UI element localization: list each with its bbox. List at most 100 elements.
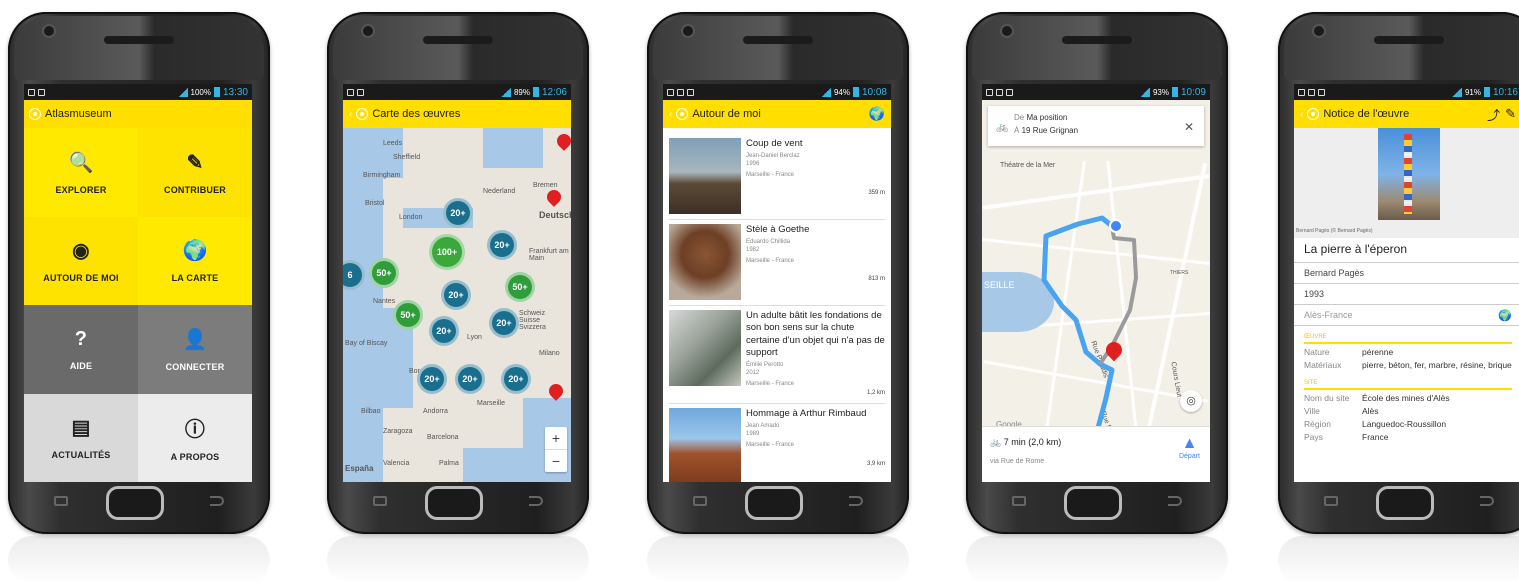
menu-key[interactable] (1324, 496, 1338, 506)
back-key[interactable] (210, 496, 224, 506)
battery-icon (852, 87, 859, 97)
menu-key[interactable] (1012, 496, 1026, 506)
autour-de-moi-button[interactable]: ◉ AUTOUR DE MOI (24, 216, 138, 305)
connecter-button[interactable]: 👤 CONNECTER (138, 305, 252, 394)
app-logo-icon[interactable] (357, 109, 368, 119)
actualites-button[interactable]: ▤ ACTUALITÉS (24, 393, 138, 482)
map-cluster[interactable]: 20+ (441, 280, 471, 310)
reflection (1278, 536, 1519, 584)
map-cluster[interactable]: 50+ (369, 258, 399, 288)
artwork-thumbnail (669, 138, 741, 214)
zoom-in-button[interactable]: + (545, 427, 567, 450)
map-pin-icon[interactable] (544, 187, 564, 207)
explorer-button[interactable]: 🔍 EXPLORER (24, 128, 138, 217)
app-bar: Atlasmuseum (24, 100, 252, 128)
back-key[interactable] (849, 496, 863, 506)
sea (343, 128, 383, 482)
list-item[interactable]: Hommage à Arthur Rimbaud Jean Amado 1989… (669, 404, 885, 482)
menu-key[interactable] (373, 496, 387, 506)
map-cluster[interactable]: 20+ (429, 316, 459, 346)
app-logo-icon[interactable] (30, 109, 40, 119)
app-logo-icon[interactable] (677, 109, 688, 119)
phone-directions: 93% 10:09 Théatre de la Mer SEILLE Rue P… (966, 12, 1228, 534)
map-label: Barcelona (427, 434, 459, 441)
pencil-icon[interactable]: ✎ (1505, 106, 1516, 122)
home-key[interactable] (1064, 486, 1122, 520)
map-label: Zaragoza (383, 428, 413, 435)
app-logo-icon[interactable] (1308, 109, 1319, 119)
map-cluster[interactable]: 50+ (505, 272, 535, 302)
back-key[interactable] (529, 496, 543, 506)
aide-button[interactable]: ? AIDE (24, 305, 138, 394)
artwork-thumbnail (669, 408, 741, 482)
map-cluster[interactable]: 50+ (393, 300, 423, 330)
map-label: Sheffield (393, 154, 421, 161)
back-chevron-icon[interactable]: ‹ (1300, 109, 1303, 120)
phone-nearby: 94% 10:08 ‹ Autour de moi 🌍 Coup de vent… (647, 12, 909, 534)
country-row: Pays France (1304, 432, 1389, 443)
start-button[interactable]: ▲ Départ (1179, 435, 1200, 460)
sculpture (1404, 134, 1412, 214)
close-icon[interactable]: ✕ (1184, 118, 1194, 137)
globe-icon[interactable]: 🌍 (869, 106, 885, 122)
map-cluster[interactable]: 20+ (455, 364, 485, 394)
directions-map[interactable]: Théatre de la Mer SEILLE Rue Paradis Cou… (982, 100, 1210, 482)
map-cluster[interactable]: 100+ (429, 234, 465, 270)
map-cluster[interactable]: 20+ (489, 308, 519, 338)
help-icon: ? (74, 327, 88, 350)
map-cluster[interactable]: 20+ (443, 198, 473, 228)
speaker (104, 36, 174, 44)
map-label: España (345, 464, 374, 473)
list-item[interactable]: Coup de vent Jean-Daniel Berclaz 1996 Ma… (669, 134, 885, 220)
artwork-photo[interactable]: Bernard Pagès (© Bernard Pagès) (1294, 128, 1519, 238)
route-card[interactable]: 🚲 De Ma position À 19 Rue Grignan ✕ (988, 106, 1204, 146)
camera (683, 26, 693, 36)
sea (483, 128, 543, 168)
battery-percent: 89% (513, 87, 530, 97)
map-cluster[interactable]: 20+ (501, 364, 531, 394)
my-location-button[interactable]: ◎ (1180, 390, 1202, 412)
item-location: Marseille - France (746, 380, 795, 387)
search-icon: 🔍 (68, 151, 94, 174)
from-value[interactable]: Ma position (1026, 113, 1067, 122)
notification-icon (667, 88, 674, 96)
back-chevron-icon[interactable]: ‹ (669, 109, 672, 120)
route-summary: 🚲 7 min (2,0 km) via Rue de Rome ▲ Dépar… (982, 426, 1210, 482)
back-key[interactable] (1168, 496, 1182, 506)
route-path (1041, 215, 1138, 429)
menu-key[interactable] (693, 496, 707, 506)
menu-key[interactable] (54, 496, 68, 506)
signal-icon (1451, 87, 1462, 97)
map-pin-icon[interactable] (554, 131, 571, 151)
home-key[interactable] (106, 486, 164, 520)
nearby-list: Coup de vent Jean-Daniel Berclaz 1996 Ma… (663, 128, 891, 482)
back-chevron-icon[interactable]: ‹ (349, 109, 352, 120)
zoom-out-button[interactable]: − (545, 450, 567, 472)
reflection (8, 536, 270, 584)
artwork-map[interactable]: Leeds Sheffield Birmingham Bristol Londo… (343, 128, 571, 482)
map-cluster[interactable]: 20+ (487, 230, 517, 260)
map-cluster[interactable]: 20+ (417, 364, 447, 394)
app-bar: ‹ Notice de l'œuvre ⤴ ✎ (1294, 100, 1519, 128)
battery-percent: 91% (1464, 87, 1481, 97)
item-title: Coup de vent (746, 138, 803, 149)
signal-icon (177, 87, 188, 97)
map-label: Valencia (383, 460, 410, 467)
list-item[interactable]: Stèle à Goethe Eduardo Chillida 1982 Mar… (669, 220, 885, 306)
speaker (1062, 36, 1132, 44)
news-icon: ▤ (71, 417, 91, 440)
back-key[interactable] (1480, 496, 1494, 506)
reflection (647, 536, 909, 584)
home-key[interactable] (425, 486, 483, 520)
list-item[interactable]: Un adulte bâtit les fondations de son bo… (669, 306, 885, 404)
directions-icon[interactable]: ⤴ (1487, 105, 1500, 124)
a-propos-button[interactable]: ⓘ A PROPOS (138, 393, 252, 482)
contribuer-button[interactable]: ✎ CONTRIBUER (138, 128, 252, 217)
globe-icon[interactable]: 🌍 (1498, 309, 1512, 322)
to-value[interactable]: 19 Rue Grignan (1022, 126, 1078, 135)
home-key[interactable] (745, 486, 803, 520)
la-carte-button[interactable]: 🌍 LA CARTE (138, 216, 252, 305)
artwork-artist[interactable]: Bernard Pagès (1294, 263, 1519, 284)
gallery-icon (1006, 88, 1013, 96)
home-key[interactable] (1376, 486, 1434, 520)
